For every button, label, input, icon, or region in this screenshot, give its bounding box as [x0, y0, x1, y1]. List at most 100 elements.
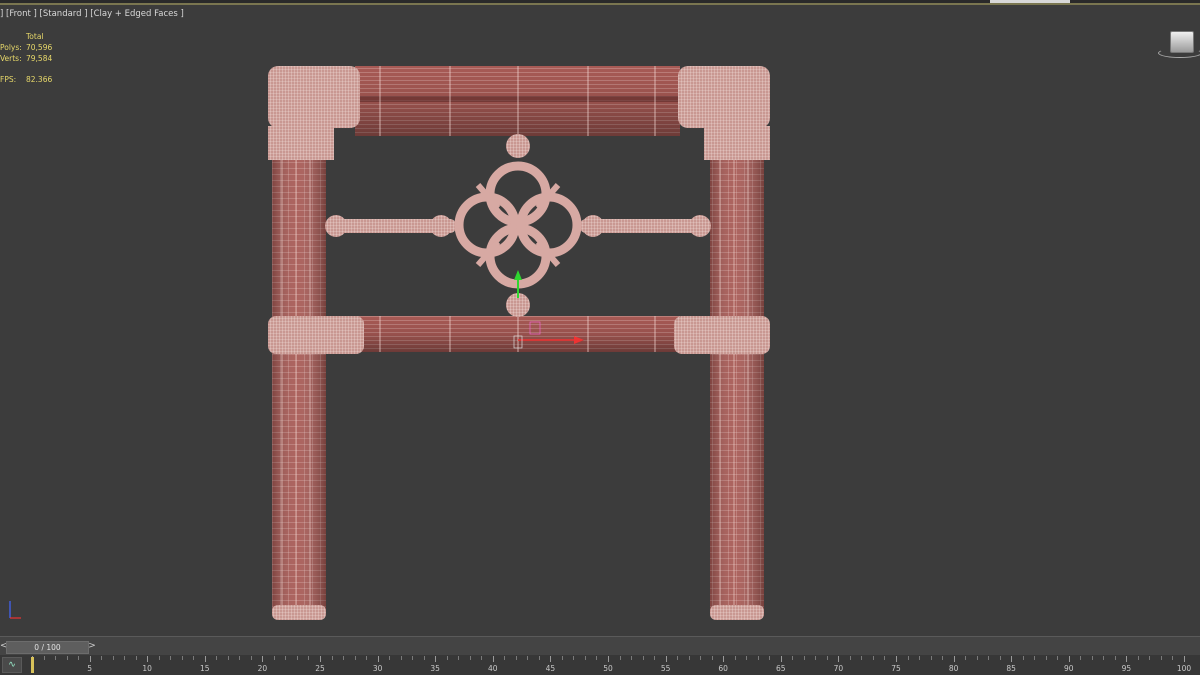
trackbar[interactable]: ∿ 5 10 15 20 25 30 35 40 45 50 55 60 65 70 75 80 85 90 95 1…: [0, 655, 1200, 675]
trackbar-tick: [619, 656, 621, 660]
trackbar-tick: [780, 656, 782, 662]
axis-tripod-icon: [9, 601, 21, 619]
trackbar-label: 85: [1006, 664, 1016, 673]
trackbar-tick: [412, 656, 414, 660]
trackbar-label: 80: [948, 664, 959, 673]
trackbar-tick: [608, 656, 609, 662]
trackbar-tick: [573, 656, 575, 660]
trackbar-tick: [826, 656, 828, 660]
trackbar-ruler[interactable]: 5 10 15 20 25 30 35 40 45 50 55 60 65 70 75 80 85 90 95 100: [32, 655, 1191, 675]
trackbar-tick: [331, 656, 333, 660]
trackbar-label: 40: [488, 664, 498, 673]
trackbar-tick: [896, 656, 897, 662]
trackbar-tick: [1172, 656, 1174, 660]
trackbar-tick: [227, 656, 229, 660]
left-top-corner[interactable]: [268, 66, 360, 160]
curve-editor-icon[interactable]: ∿: [2, 657, 22, 673]
trackbar-tick: [838, 656, 840, 662]
trackbar-tick: [757, 656, 759, 660]
trackbar-tick: [538, 656, 540, 660]
front-viewport[interactable]: ] [Front ] [Standard ] [Clay + Edged Fac…: [0, 0, 1200, 636]
trackbar-tick: [919, 656, 921, 660]
trackbar-tick: [492, 656, 494, 662]
ornament-left-bar[interactable]: [325, 215, 456, 237]
trackbar-tick: [1057, 656, 1059, 660]
trackbar-tick: [792, 656, 794, 660]
top-rail[interactable]: [355, 66, 680, 136]
right-top-corner[interactable]: [678, 66, 770, 160]
trackbar-tick: [239, 656, 241, 660]
trackbar-label: 20: [257, 664, 268, 673]
trackbar-tick: [308, 656, 310, 660]
trackbar-tick: [734, 656, 736, 660]
time-slider-bar[interactable]: < 0 / 100 >: [0, 636, 1200, 655]
trackbar-tick: [1126, 656, 1128, 662]
trackbar-tick: [515, 656, 517, 660]
trackbar-tick: [193, 656, 195, 660]
time-slider[interactable]: 0 / 100: [6, 641, 89, 654]
trackbar-label: 60: [718, 664, 728, 673]
trackbar-tick: [988, 656, 990, 660]
trackbar-tick: [135, 656, 137, 660]
trackbar-tick: [965, 656, 967, 660]
trackbar-tick: [89, 656, 91, 662]
trackbar-tick: [1068, 656, 1070, 662]
trackbar-tick: [423, 656, 425, 660]
trackbar-tick: [700, 656, 702, 660]
trackbar-tick: [481, 656, 483, 660]
left-lower-joint[interactable]: [268, 316, 364, 354]
trackbar-tick: [561, 656, 563, 660]
trackbar-tick: [112, 656, 114, 660]
trackbar-tick: [907, 656, 909, 660]
trackbar-label: 50: [603, 664, 613, 673]
trackbar-tick: [884, 656, 886, 660]
trackbar-tick: [1184, 656, 1185, 662]
trackbar-tick: [469, 656, 471, 660]
trackbar-tick: [366, 656, 368, 660]
trackbar-label: 15: [200, 664, 210, 673]
trackbar-label: 90: [1064, 664, 1074, 673]
trackbar-tick: [320, 656, 321, 662]
trackbar-tick: [711, 656, 713, 660]
next-frame-button[interactable]: >: [88, 641, 96, 652]
trackbar-tick: [596, 656, 598, 660]
lower-rail[interactable]: [355, 316, 680, 352]
trackbar-tick: [446, 656, 448, 660]
right-leg[interactable]: [710, 160, 764, 620]
trackbar-tick: [400, 656, 402, 660]
trackbar-tick: [285, 656, 287, 660]
trackbar-tick: [458, 656, 460, 660]
trackbar-tick: [124, 656, 126, 660]
trackbar-tick: [1149, 656, 1151, 660]
trackbar-tick: [550, 656, 552, 662]
trackbar-tick: [389, 656, 391, 660]
trackbar-tick: [147, 656, 149, 662]
current-frame-marker[interactable]: [31, 657, 34, 673]
trackbar-tick: [999, 656, 1001, 660]
trackbar-tick: [953, 656, 955, 662]
trackbar-tick: [1034, 656, 1036, 660]
trackbar-tick: [665, 656, 667, 662]
trackbar-tick: [631, 656, 633, 660]
chair-mesh[interactable]: [0, 0, 1200, 636]
ornament-top-ball[interactable]: [506, 134, 530, 158]
trackbar-tick: [688, 656, 690, 660]
trackbar-tick: [815, 656, 817, 660]
right-lower-joint[interactable]: [674, 316, 770, 354]
trackbar-tick: [216, 656, 218, 660]
trackbar-tick: [78, 656, 80, 660]
trackbar-tick: [1091, 656, 1093, 660]
trackbar-tick: [296, 656, 298, 660]
trackbar-tick: [654, 656, 656, 660]
trackbar-label: 95: [1121, 664, 1132, 673]
trackbar-tick: [1080, 656, 1082, 660]
left-leg[interactable]: [272, 160, 326, 620]
trackbar-label: 25: [315, 664, 325, 673]
trackbar-tick: [66, 656, 68, 660]
trackbar-tick: [435, 656, 437, 662]
trackbar-label: 70: [833, 664, 844, 673]
ornament-right-bar[interactable]: [580, 215, 711, 237]
trackbar-tick: [55, 656, 57, 660]
trackbar-tick: [677, 656, 679, 660]
trackbar-label: 10: [142, 664, 152, 673]
